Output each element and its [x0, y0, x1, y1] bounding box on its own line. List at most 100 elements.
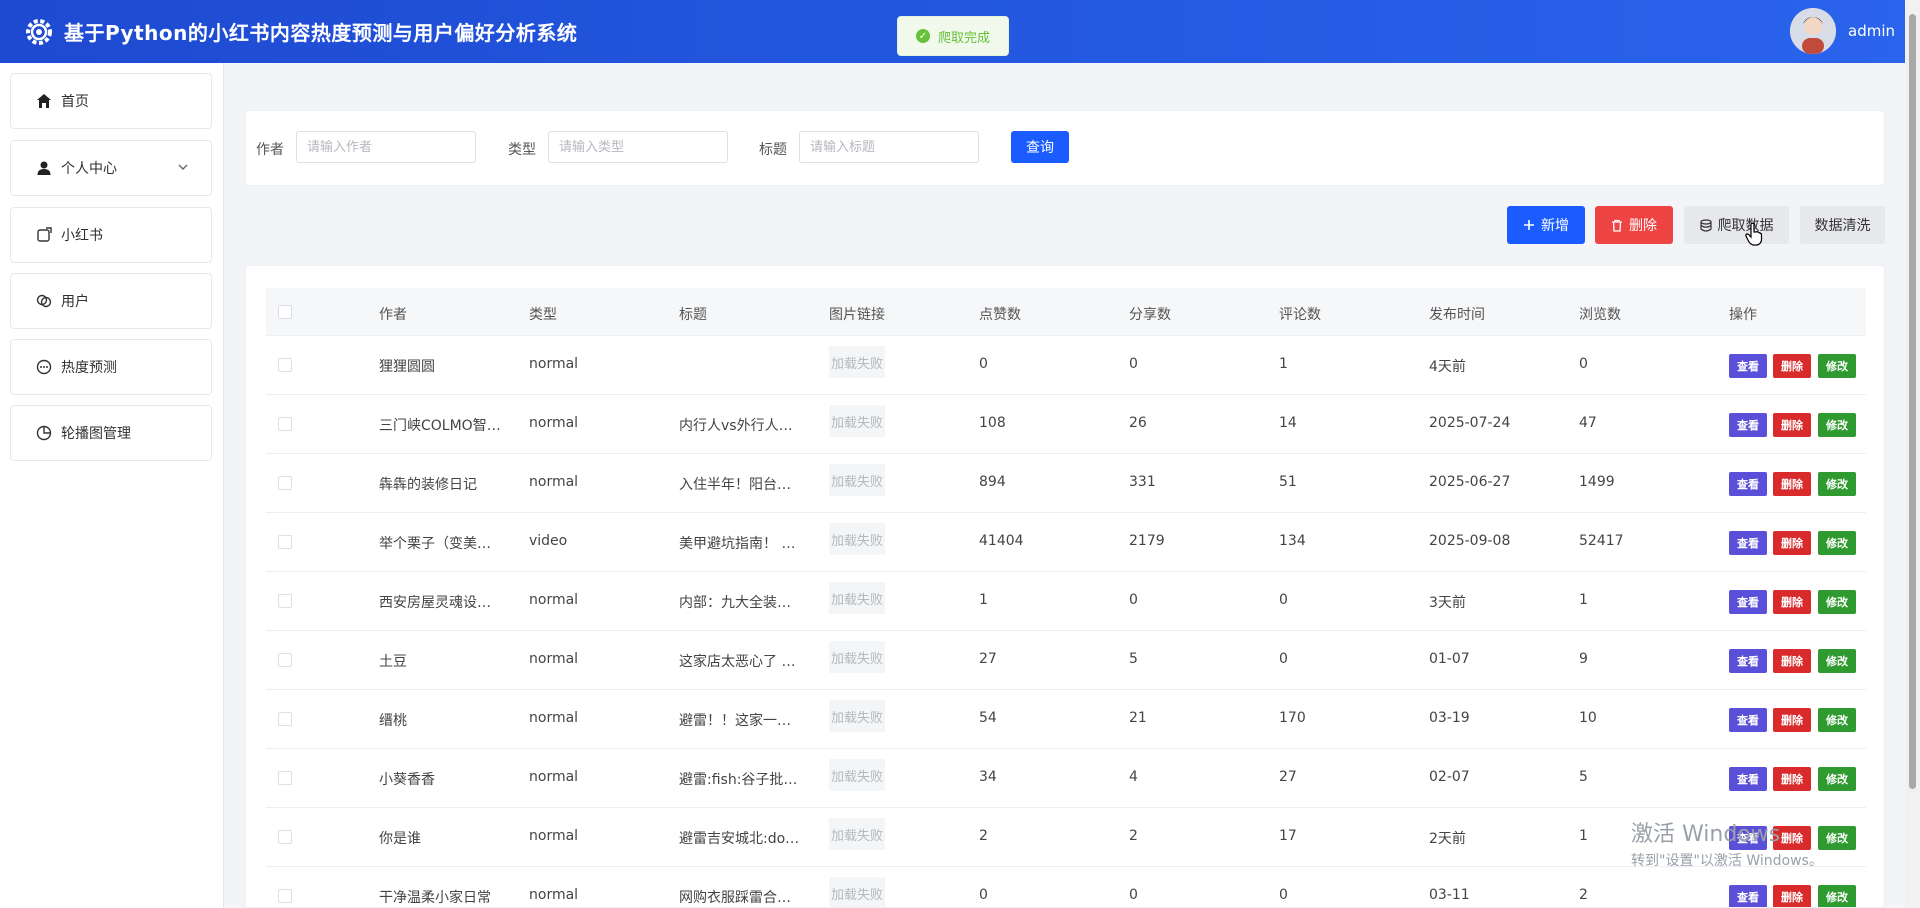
- delete-button-label: 删除: [1629, 217, 1657, 233]
- view-button[interactable]: 查看: [1729, 590, 1767, 614]
- row-checkbox[interactable]: [278, 358, 292, 372]
- row-delete-button[interactable]: 删除: [1773, 590, 1811, 614]
- edit-button[interactable]: 修改: [1818, 413, 1856, 437]
- row-checkbox[interactable]: [278, 594, 292, 608]
- table-row[interactable]: 小葵香香 normal 避雷:fish:谷子批… 34 4 27 02-07 5 加载失败 查看删…: [266, 749, 1866, 808]
- edit-button[interactable]: 修改: [1818, 354, 1856, 378]
- column-header-image-link[interactable]: 图片链接: [829, 304, 885, 324]
- cell-title: 内行人vs外行人…: [679, 418, 793, 434]
- row-delete-button[interactable]: 删除: [1773, 649, 1811, 673]
- column-header-author[interactable]: 作者: [379, 304, 407, 324]
- row-checkbox[interactable]: [278, 771, 292, 785]
- edit-button[interactable]: 修改: [1818, 649, 1856, 673]
- add-button[interactable]: 新增: [1507, 206, 1585, 244]
- cell-comments: 27: [1279, 769, 1297, 785]
- edit-button[interactable]: 修改: [1818, 767, 1856, 791]
- sidebar-item-xiaohongshu[interactable]: 小红书: [10, 207, 212, 263]
- row-checkbox[interactable]: [278, 712, 292, 726]
- check-circle-icon: ✓: [915, 29, 930, 43]
- view-button[interactable]: 查看: [1729, 885, 1767, 907]
- cell-views: 9: [1579, 651, 1588, 667]
- row-checkbox[interactable]: [278, 417, 292, 431]
- table-row[interactable]: 西安房屋灵魂设… normal 内部：九大全装… 1 0 0 3天前 1 加载失败 查看 删除 修改: [266, 572, 1866, 631]
- table-header: 作者 类型 标题 图片链接 点赞数 分享数 评论数 发布时间 浏览数 操作: [266, 288, 1866, 336]
- cell-title: 网购衣服踩雷合…: [679, 890, 791, 906]
- row-delete-button[interactable]: 删除: [1773, 531, 1811, 555]
- row-delete-button[interactable]: 删除: [1773, 767, 1811, 791]
- table-row[interactable]: 三门峡COLMO智… normal 内行人vs外行人… 108 26 14 2025-07-…: [266, 395, 1866, 454]
- row-delete-button[interactable]: 删除: [1773, 472, 1811, 496]
- crawl-data-button[interactable]: 爬取数据: [1684, 206, 1789, 244]
- sidebar-item-personal-center[interactable]: 个人中心: [10, 140, 212, 196]
- user-menu[interactable]: admin: [1790, 8, 1895, 54]
- column-header-likes[interactable]: 点赞数: [979, 304, 1021, 324]
- row-checkbox[interactable]: [278, 476, 292, 490]
- data-clean-button[interactable]: 数据清洗: [1800, 206, 1885, 244]
- cell-title: 避雷:fish:谷子批…: [679, 772, 798, 788]
- image-load-failed: 加载失败: [829, 877, 885, 907]
- type-input[interactable]: [548, 131, 728, 163]
- delete-button[interactable]: 删除: [1595, 206, 1673, 244]
- table-row[interactable]: 你是谁 normal 避雷吉安城北:do… 2 2 17 2天前 1 加载失败 查看 删除 修改: [266, 808, 1866, 867]
- avatar[interactable]: [1790, 8, 1836, 54]
- row-checkbox[interactable]: [278, 889, 292, 903]
- query-button[interactable]: 查询: [1011, 131, 1069, 163]
- row-checkbox[interactable]: [278, 830, 292, 844]
- author-input[interactable]: [296, 131, 476, 163]
- table-row[interactable]: 狸狸圆圆 normal 0 0 1 4天前 0 加载失败 查看 删除 修改: [266, 336, 1866, 395]
- column-header-views[interactable]: 浏览数: [1579, 304, 1621, 324]
- column-header-title[interactable]: 标题: [679, 304, 707, 324]
- scrollbar-thumb[interactable]: [1909, 14, 1916, 789]
- edit-button[interactable]: 修改: [1818, 472, 1856, 496]
- row-checkbox[interactable]: [278, 653, 292, 667]
- cell-shares: 0: [1129, 592, 1138, 608]
- edit-button[interactable]: 修改: [1818, 590, 1856, 614]
- sidebar-item-users[interactable]: 用户: [10, 273, 212, 329]
- table-row[interactable]: 干净温柔小家日常 normal 网购衣服踩雷合… 0 0 0 03-11 2 加载失败 查看 删除修…: [266, 867, 1866, 907]
- cell-author: 三门峡COLMO智…: [379, 418, 501, 434]
- row-delete-button[interactable]: 删除: [1773, 354, 1811, 378]
- column-header-comments[interactable]: 评论数: [1279, 304, 1321, 324]
- row-checkbox[interactable]: [278, 535, 292, 549]
- cell-views: 0: [1579, 356, 1588, 372]
- cell-likes: 108: [979, 415, 1006, 431]
- image-load-failed: 加载失败: [829, 700, 885, 732]
- cell-shares: 26: [1129, 415, 1147, 431]
- cell-author: 狸狸圆圆: [379, 359, 435, 375]
- vertical-scrollbar[interactable]: [1905, 0, 1920, 908]
- edit-button[interactable]: 修改: [1818, 885, 1856, 907]
- table-row[interactable]: 犇犇的装修日记 normal 入住半年！阳台… 894 331 51 2025-06-27 1…: [266, 454, 1866, 513]
- sidebar-item-carousel[interactable]: 轮播图管理: [10, 405, 212, 461]
- table-row[interactable]: 缙桃 normal 避雷！！这家一… 54 21 170 03-19 10 加载失败 查看 删除 修改: [266, 690, 1866, 749]
- sidebar-item-label: 首页: [61, 94, 89, 110]
- view-button[interactable]: 查看: [1729, 354, 1767, 378]
- view-button[interactable]: 查看: [1729, 767, 1767, 791]
- edit-button[interactable]: 修改: [1818, 826, 1856, 850]
- cell-likes: 34: [979, 769, 997, 785]
- edit-button[interactable]: 修改: [1818, 708, 1856, 732]
- sidebar-item-heat-prediction[interactable]: 热度预测: [10, 339, 212, 395]
- view-button[interactable]: 查看: [1729, 708, 1767, 732]
- row-delete-button[interactable]: 删除: [1773, 885, 1811, 907]
- view-button[interactable]: 查看: [1729, 649, 1767, 673]
- cell-shares: 331: [1129, 474, 1156, 490]
- row-delete-button[interactable]: 删除: [1773, 708, 1811, 732]
- column-header-actions: 操作: [1729, 307, 1757, 323]
- sidebar-item-home[interactable]: 首页: [10, 73, 212, 129]
- edit-button[interactable]: 修改: [1818, 531, 1856, 555]
- view-button[interactable]: 查看: [1729, 472, 1767, 496]
- cell-title: 入住半年！阳台…: [679, 477, 791, 493]
- chat-icon: [35, 358, 53, 376]
- column-header-shares[interactable]: 分享数: [1129, 304, 1171, 324]
- column-header-publish-time[interactable]: 发布时间: [1429, 304, 1485, 324]
- view-button[interactable]: 查看: [1729, 413, 1767, 437]
- table-row[interactable]: 举个栗子（变美… video 美甲避坑指南！ … 41404 2179 134 2025-0…: [266, 513, 1866, 572]
- table-row[interactable]: 土豆 normal 这家店太恶心了 … 27 5 0 01-07 9 加载失败 查看 删除 修改: [266, 631, 1866, 690]
- title-input[interactable]: [799, 131, 979, 163]
- row-delete-button[interactable]: 删除: [1773, 413, 1811, 437]
- username[interactable]: admin: [1848, 22, 1895, 40]
- view-button[interactable]: 查看: [1729, 531, 1767, 555]
- cell-likes: 2: [979, 828, 988, 844]
- select-all-checkbox[interactable]: [278, 305, 292, 319]
- column-header-type[interactable]: 类型: [529, 304, 557, 324]
